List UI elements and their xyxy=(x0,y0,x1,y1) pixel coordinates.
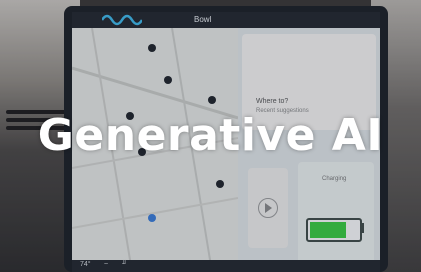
charging-label: Charging xyxy=(322,176,347,182)
where-to-label: Where to? xyxy=(256,98,289,105)
status-bar: Bowl xyxy=(72,12,380,28)
photo-scene: Bowl Where to? Recent suggestions Chargi… xyxy=(0,0,421,272)
climate-bar: 74° ~ ╜ xyxy=(72,260,380,272)
overlay-title: Generative AI xyxy=(37,110,384,161)
map-pin-icon[interactable] xyxy=(148,44,156,52)
battery-tip xyxy=(360,223,364,233)
battery-level-fill xyxy=(310,222,346,238)
map-pin-icon[interactable] xyxy=(164,76,172,84)
play-icon[interactable] xyxy=(258,198,278,218)
current-location-icon xyxy=(148,214,156,222)
seat-control[interactable]: ╜ xyxy=(122,261,127,268)
charging-card: Charging xyxy=(298,162,374,264)
temperature-readout[interactable]: 74° xyxy=(80,261,91,268)
map-pin-icon[interactable] xyxy=(208,96,216,104)
fan-control[interactable]: ~ xyxy=(104,261,108,268)
voice-assistant-wave-icon xyxy=(102,14,142,26)
battery-icon xyxy=(306,218,362,242)
status-title: Bowl xyxy=(194,15,212,24)
media-card[interactable] xyxy=(248,168,288,248)
map-pin-icon[interactable] xyxy=(216,180,224,188)
